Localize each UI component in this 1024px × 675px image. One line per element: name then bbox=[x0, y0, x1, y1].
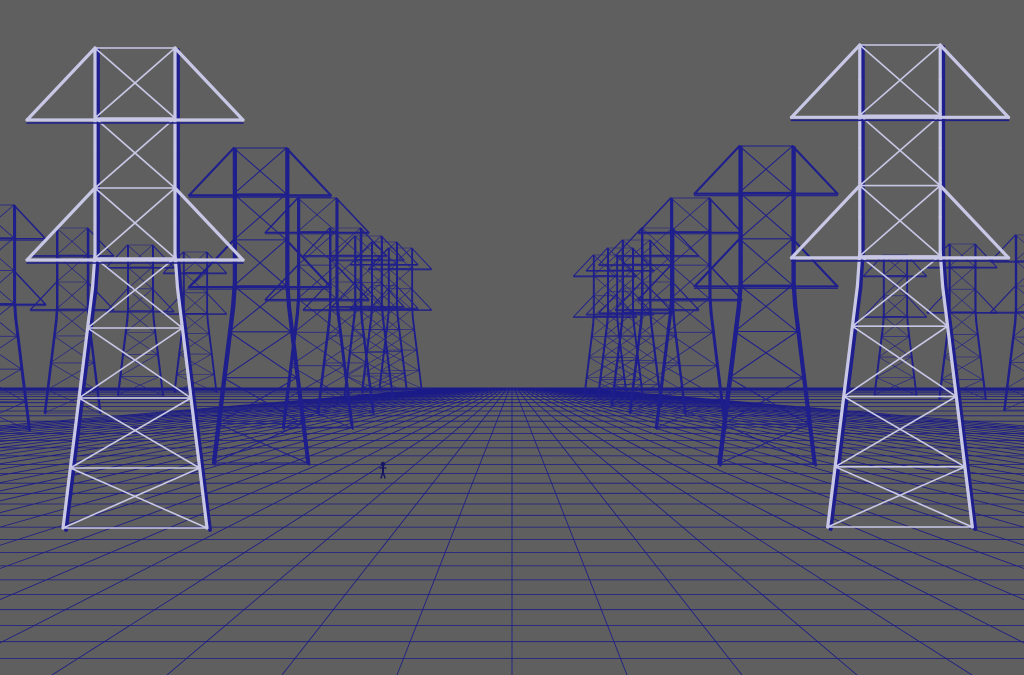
wireframe-scene[interactable] bbox=[0, 0, 1024, 675]
3d-viewport[interactable] bbox=[0, 0, 1024, 675]
